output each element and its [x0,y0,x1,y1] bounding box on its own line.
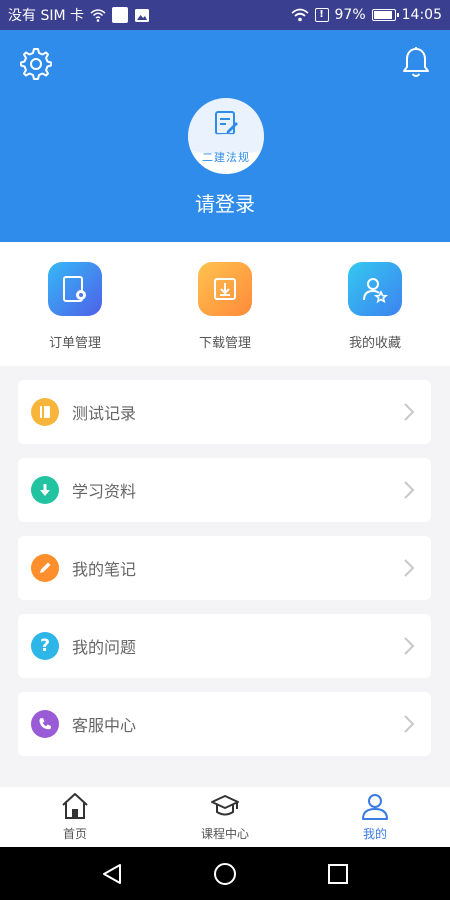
question-icon: ? [31,632,59,660]
home-circle-icon[interactable] [213,862,237,886]
favorite-user-icon [348,262,402,316]
graduation-cap-icon [211,795,239,816]
menu-label: 学习资料 [72,482,137,501]
menu-label: 测试记录 [72,404,137,423]
order-icon [48,262,102,316]
home-icon [62,793,88,819]
download-box-icon [198,262,252,316]
status-bar: 没有 SIM 卡 ! 97% 14:05 [0,0,450,30]
chevron-right-icon [404,481,415,499]
chevron-right-icon [404,715,415,733]
system-nav-bar [0,847,450,900]
wifi-icon [290,8,309,22]
chevron-right-icon [404,637,415,655]
my-favorites-label: 我的收藏 [348,336,401,351]
alert-icon: ! [314,8,329,22]
login-prompt[interactable]: 请登录 [0,188,450,217]
clock: 14:05 [401,7,442,23]
notification-square-icon [112,7,128,23]
profile-header: 二建法规 请登录 [0,30,450,242]
back-triangle-icon[interactable] [100,862,124,886]
tab-label: 首页 [62,827,87,841]
menu-item-customer-service[interactable]: 客服中心 [18,692,431,756]
menu-label: 我的笔记 [72,560,137,579]
menu-item-my-notes[interactable]: 我的笔记 [18,536,431,600]
notification-bell-icon[interactable] [400,46,432,80]
my-favorites-button[interactable]: 我的收藏 [320,262,430,351]
avatar[interactable]: 二建法规 [188,98,264,174]
user-icon [362,794,388,820]
download-management-label: 下载管理 [198,336,251,351]
menu-list: 测试记录 学习资料 我的笔记 ? 我的问题 客服中心 [18,380,431,770]
order-management-label: 订单管理 [48,336,101,351]
phone-icon [31,710,59,738]
pencil-icon [31,554,59,582]
wifi-hotspot-icon [90,9,106,22]
battery-percent: 97% [334,7,366,23]
book-icon [31,398,59,426]
menu-item-study-materials[interactable]: 学习资料 [18,458,431,522]
menu-item-test-records[interactable]: 测试记录 [18,380,431,444]
tab-label: 我的 [362,827,387,841]
image-icon [135,8,149,22]
quick-actions: 订单管理 下载管理 我的收藏 [0,242,450,366]
bottom-tab-bar: 首页 课程中心 我的 [0,787,450,847]
tab-home[interactable]: 首页 [15,791,135,842]
menu-item-my-questions[interactable]: ? 我的问题 [18,614,431,678]
avatar-label: 二建法规 [202,151,250,164]
tab-course-center[interactable]: 课程中心 [165,791,285,842]
download-management-button[interactable]: 下载管理 [170,262,280,351]
carrier-text: 没有 SIM 卡 [8,8,84,24]
chevron-right-icon [404,403,415,421]
chevron-right-icon [404,559,415,577]
order-management-button[interactable]: 订单管理 [20,262,130,351]
menu-label: 客服中心 [72,716,137,735]
menu-label: 我的问题 [72,638,137,657]
tab-label: 课程中心 [200,827,249,841]
tab-mine[interactable]: 我的 [315,791,435,842]
settings-gear-icon[interactable] [18,46,52,80]
battery-icon [371,9,399,21]
recents-square-icon[interactable] [326,862,350,886]
download-icon [31,476,59,504]
